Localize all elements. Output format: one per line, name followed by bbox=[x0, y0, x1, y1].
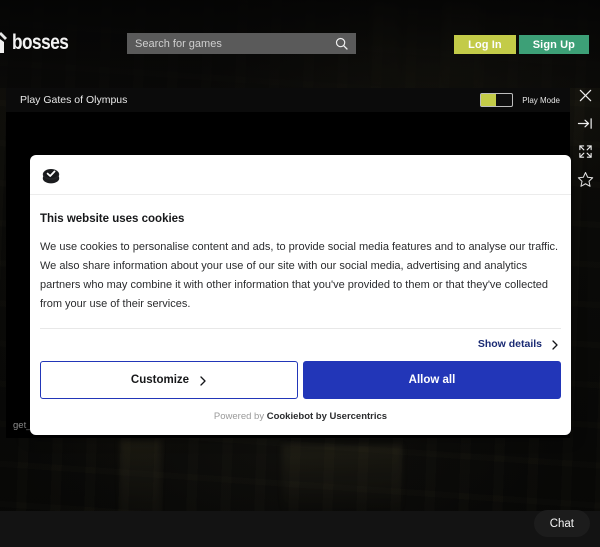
show-details-row: Show details bbox=[40, 327, 561, 350]
chevron-right-icon bbox=[551, 339, 559, 350]
castle-mark-icon bbox=[0, 30, 10, 56]
cookie-dialog-heading: This website uses cookies bbox=[40, 213, 185, 225]
show-details-button[interactable]: Show details bbox=[478, 338, 559, 350]
site-footer bbox=[0, 511, 600, 547]
toggle-knob bbox=[481, 94, 497, 106]
page-root: bosses Log In Sign Up Play Gates of Olym… bbox=[0, 0, 600, 547]
site-header: bosses Log In Sign Up bbox=[0, 0, 600, 88]
chat-button[interactable]: Chat bbox=[533, 510, 590, 537]
cookie-consent-dialog: This website uses cookies We use cookies… bbox=[30, 155, 571, 435]
cookiebot-brand-label[interactable]: Cookiebot by Usercentrics bbox=[267, 411, 387, 422]
play-mode-label: Play Mode bbox=[522, 95, 560, 105]
fullscreen-icon[interactable] bbox=[572, 140, 598, 162]
login-button[interactable]: Log In bbox=[454, 35, 516, 54]
close-icon[interactable] bbox=[572, 84, 598, 106]
cookie-dialog-header bbox=[30, 155, 571, 195]
cookie-dialog-body: This website uses cookies We use cookies… bbox=[30, 195, 571, 350]
background-detail bbox=[282, 445, 402, 515]
game-toolbar: Play Gates of Olympus Play Mode bbox=[6, 88, 570, 112]
cookie-dialog-actions: Customize Allow all bbox=[30, 350, 571, 399]
allow-all-button[interactable]: Allow all bbox=[303, 360, 561, 399]
show-details-label: Show details bbox=[477, 337, 542, 350]
star-icon[interactable] bbox=[572, 168, 598, 190]
game-title: Play Gates of Olympus bbox=[20, 94, 128, 106]
customize-label: Customize bbox=[130, 373, 190, 386]
cookie-dialog-text: We use cookies to personalise content an… bbox=[40, 241, 559, 310]
play-mode-control: Play Mode bbox=[480, 93, 560, 107]
customize-button[interactable]: Customize bbox=[40, 360, 298, 399]
search-bar[interactable] bbox=[127, 33, 356, 54]
powered-by-label: Powered by bbox=[213, 410, 267, 422]
site-logo[interactable]: bosses bbox=[0, 30, 81, 56]
cookiebot-logo-icon bbox=[40, 164, 62, 186]
auth-button-group: Log In Sign Up bbox=[454, 35, 589, 54]
chevron-right-icon bbox=[199, 375, 207, 386]
game-controls-rail bbox=[570, 80, 600, 190]
collapse-panel-icon[interactable] bbox=[572, 112, 598, 134]
search-input[interactable] bbox=[135, 37, 335, 50]
site-logo-text: bosses bbox=[12, 31, 69, 54]
search-icon[interactable] bbox=[335, 37, 348, 50]
signup-button[interactable]: Sign Up bbox=[518, 35, 589, 54]
play-mode-toggle[interactable] bbox=[480, 93, 514, 107]
cookie-dialog-footer: Powered by Cookiebot by Usercentrics bbox=[30, 399, 571, 435]
